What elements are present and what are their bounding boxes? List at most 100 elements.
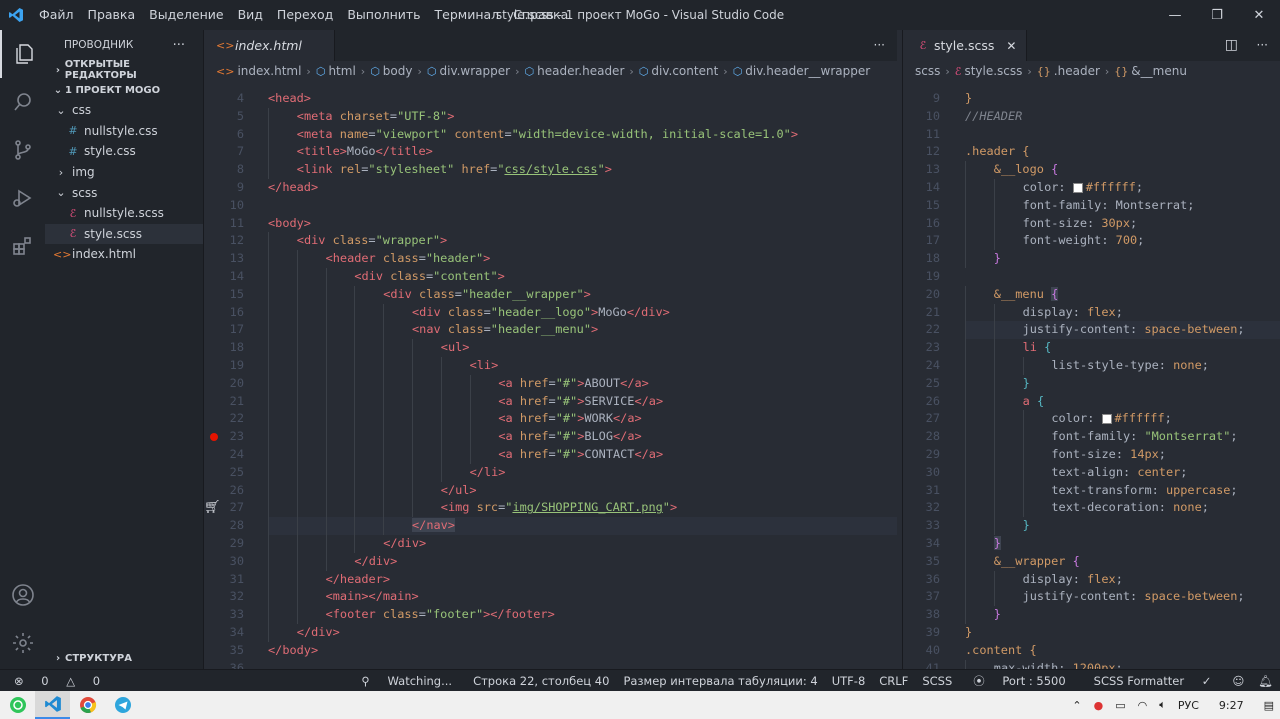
indent-guide	[354, 535, 356, 553]
breadcrumb-item[interactable]: div.header__wrapper	[745, 64, 870, 78]
code-line: &__menu {	[993, 286, 1059, 301]
language-mode[interactable]: SCSS	[915, 674, 959, 688]
restore-icon[interactable]: ❐	[1196, 0, 1238, 30]
outline-section[interactable]: › СТРУКТУРА	[45, 647, 203, 669]
editor-more-actions-icon[interactable]: ···	[874, 30, 885, 61]
vscode-taskbar-icon[interactable]	[35, 691, 70, 719]
tree-item[interactable]: # nullstyle.css	[45, 121, 203, 142]
line-number: 21	[229, 393, 244, 408]
project-label: 1 ПРОЕКТ MOGO	[65, 84, 161, 96]
feedback-icon[interactable]: ☺	[1225, 674, 1251, 688]
menu-item[interactable]: Справка	[506, 0, 575, 30]
encoding[interactable]: UTF-8	[825, 674, 873, 688]
run-debug-icon[interactable]	[0, 174, 45, 222]
code-line: <img src="img/SHOPPING_CART.png">	[440, 500, 678, 515]
tree-item[interactable]: › img	[45, 162, 203, 183]
notification-center-icon[interactable]: ▤	[1258, 699, 1280, 712]
formatter[interactable]: SCSS Formatter ✓	[1080, 674, 1226, 688]
code-line: a {	[1022, 393, 1045, 408]
tab-size[interactable]: Размер интервала табуляции: 4	[616, 674, 824, 688]
indent-guide	[268, 143, 269, 162]
whatsapp-icon[interactable]	[0, 691, 35, 719]
breadcrumb-item[interactable]: header.header	[537, 64, 624, 78]
open-editors-section[interactable]: › ОТКРЫТЫЕ РЕДАКТОРЫ	[45, 59, 203, 81]
volume-icon[interactable]: 🔈︎	[1153, 698, 1172, 712]
indent-guide	[993, 392, 995, 411]
tab-index-html[interactable]: <> index.html ✕	[204, 30, 335, 61]
indent-guide	[268, 232, 269, 251]
line-number: 28	[229, 518, 244, 533]
notifications-icon[interactable]: 🔔︎	[1251, 674, 1280, 688]
telegram-icon[interactable]	[105, 691, 140, 719]
explorer-icon[interactable]	[0, 30, 45, 78]
problems-indicator[interactable]: ⊗ 0 △ 0	[0, 674, 114, 688]
tree-item[interactable]: ⌄ scss	[45, 182, 203, 203]
breadcrumb-item[interactable]: scss	[915, 64, 940, 78]
breadcrumb-item[interactable]: body	[383, 64, 413, 78]
project-section[interactable]: ⌄ 1 ПРОЕКТ MOGO	[45, 80, 203, 100]
chevron-down-icon: ⌄	[56, 103, 66, 117]
tree-item[interactable]: ℰnullstyle.scss	[45, 203, 203, 224]
clock[interactable]: 9:27	[1205, 699, 1258, 712]
editor-more-actions-icon[interactable]: ···	[1257, 30, 1268, 61]
extensions-icon[interactable]	[0, 222, 45, 270]
source-control-icon[interactable]	[0, 126, 45, 174]
indent-guide	[965, 552, 966, 571]
menu-item[interactable]: Файл	[32, 0, 81, 30]
cursor-position[interactable]: Строка 22, столбец 40	[466, 674, 616, 688]
indent-guide	[296, 410, 298, 429]
breadcrumb-item[interactable]: &__menu	[1131, 64, 1187, 78]
breadcrumb-item[interactable]: div.content	[651, 64, 718, 78]
breadcrumb-item[interactable]: .header	[1054, 64, 1100, 78]
tree-item[interactable]: # style.css	[45, 141, 203, 162]
search-icon[interactable]	[0, 78, 45, 126]
indent-guide	[296, 303, 298, 322]
menu-item[interactable]: Выполнить	[340, 0, 427, 30]
menu-item[interactable]: Переход	[270, 0, 340, 30]
minimize-icon[interactable]: —	[1154, 0, 1196, 30]
indent-guide	[268, 410, 269, 429]
breadcrumb-item[interactable]: html	[328, 64, 355, 78]
menu-item[interactable]: Правка	[81, 0, 143, 30]
breadcrumb-item[interactable]: index.html	[237, 64, 301, 78]
menu-item[interactable]: Выделение	[142, 0, 230, 30]
code-line: <link rel="stylesheet" href="css/style.c…	[296, 162, 612, 177]
tree-item[interactable]: ℰstyle.scss	[45, 223, 203, 245]
tree-item[interactable]: ⌄ css	[45, 100, 203, 121]
account-icon[interactable]	[0, 571, 45, 619]
indent-guide	[383, 446, 385, 464]
chevron-right-icon: ›	[58, 165, 64, 179]
breadcrumb-item[interactable]: div.wrapper	[440, 64, 511, 78]
code-editor-right[interactable]: 9} 10 //HEADER 11 12 .header {13 &__logo {14 co…	[903, 86, 1280, 669]
code-line: color: #ffffff;	[1051, 411, 1172, 426]
tab-style-scss[interactable]: ℰ style.scss ✕	[903, 30, 1028, 61]
breadcrumb-item[interactable]: style.scss	[964, 64, 1022, 78]
indent-guide	[383, 481, 385, 500]
tab-label: style.scss	[934, 38, 995, 53]
vscode-logo-icon[interactable]	[0, 0, 32, 30]
code-editor-left[interactable]: 4 <head> 5 <meta charset="UTF-8"> 6 <meta nam…	[204, 86, 897, 669]
scss-file-icon: ℰ	[919, 39, 927, 52]
code-line: <div class="header__wrapper">	[383, 286, 591, 301]
line-ending[interactable]: CRLF	[872, 674, 915, 688]
live-server-port[interactable]: ⦿ Port : 5500	[959, 673, 1079, 689]
battery-icon[interactable]: ▭	[1109, 699, 1131, 712]
chevron-up-icon[interactable]: ⌃	[1066, 699, 1087, 712]
wifi-icon[interactable]: ◠	[1132, 699, 1154, 712]
tab-close-icon[interactable]: ✕	[1006, 39, 1016, 53]
line-number: 22	[229, 411, 244, 426]
input-language[interactable]: РУС	[1172, 699, 1205, 712]
line-number: 14	[229, 269, 244, 283]
tree-item[interactable]: <> index.html	[45, 244, 203, 265]
more-actions-icon[interactable]: ···	[173, 38, 185, 53]
sass-watch-status[interactable]: ⚲ Watching...	[347, 674, 466, 688]
indent-guide	[354, 463, 356, 482]
settings-gear-icon[interactable]	[0, 619, 45, 667]
explorer-sidebar: ПРОВОДНИК ··· › ОТКРЫТЫЕ РЕДАКТОРЫ ⌄ 1 П…	[45, 30, 204, 669]
split-editor-icon[interactable]: ◫	[1225, 30, 1238, 61]
menu-item[interactable]: Вид	[231, 0, 270, 30]
menu-item[interactable]: Терминал	[428, 0, 507, 30]
antivirus-icon[interactable]: ●	[1088, 699, 1110, 712]
close-icon[interactable]: ✕	[1238, 0, 1280, 30]
chrome-icon[interactable]	[70, 691, 105, 719]
